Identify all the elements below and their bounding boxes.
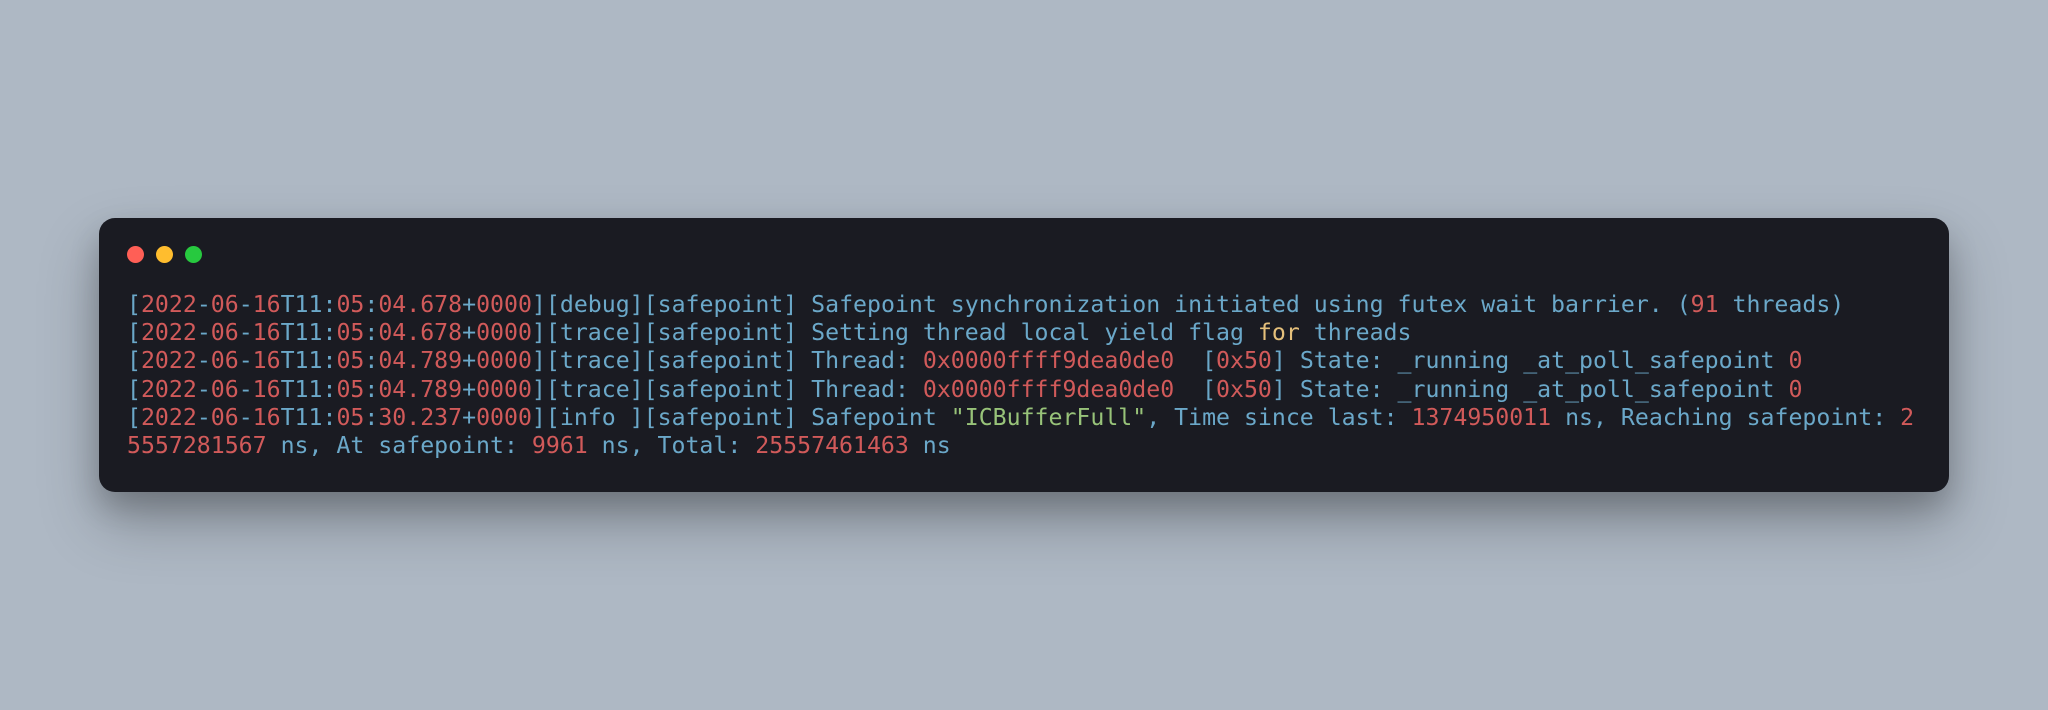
log-line: [2022-06-16T11:05:04.789+0000][trace][sa…	[127, 347, 1802, 374]
zoom-icon[interactable]	[185, 246, 202, 263]
log-line: [2022-06-16T11:05:04.789+0000][trace][sa…	[127, 376, 1802, 403]
terminal-window: [2022-06-16T11:05:04.678+0000][debug][sa…	[99, 218, 1949, 493]
log-line: [2022-06-16T11:05:04.678+0000][trace][sa…	[127, 319, 1411, 346]
minimize-icon[interactable]	[156, 246, 173, 263]
log-line: [2022-06-16T11:05:04.678+0000][debug][sa…	[127, 291, 1844, 318]
log-line: [2022-06-16T11:05:30.237+0000][info ][sa…	[127, 404, 1914, 459]
close-icon[interactable]	[127, 246, 144, 263]
log-output: [2022-06-16T11:05:04.678+0000][debug][sa…	[127, 291, 1921, 461]
window-controls	[127, 246, 1921, 263]
